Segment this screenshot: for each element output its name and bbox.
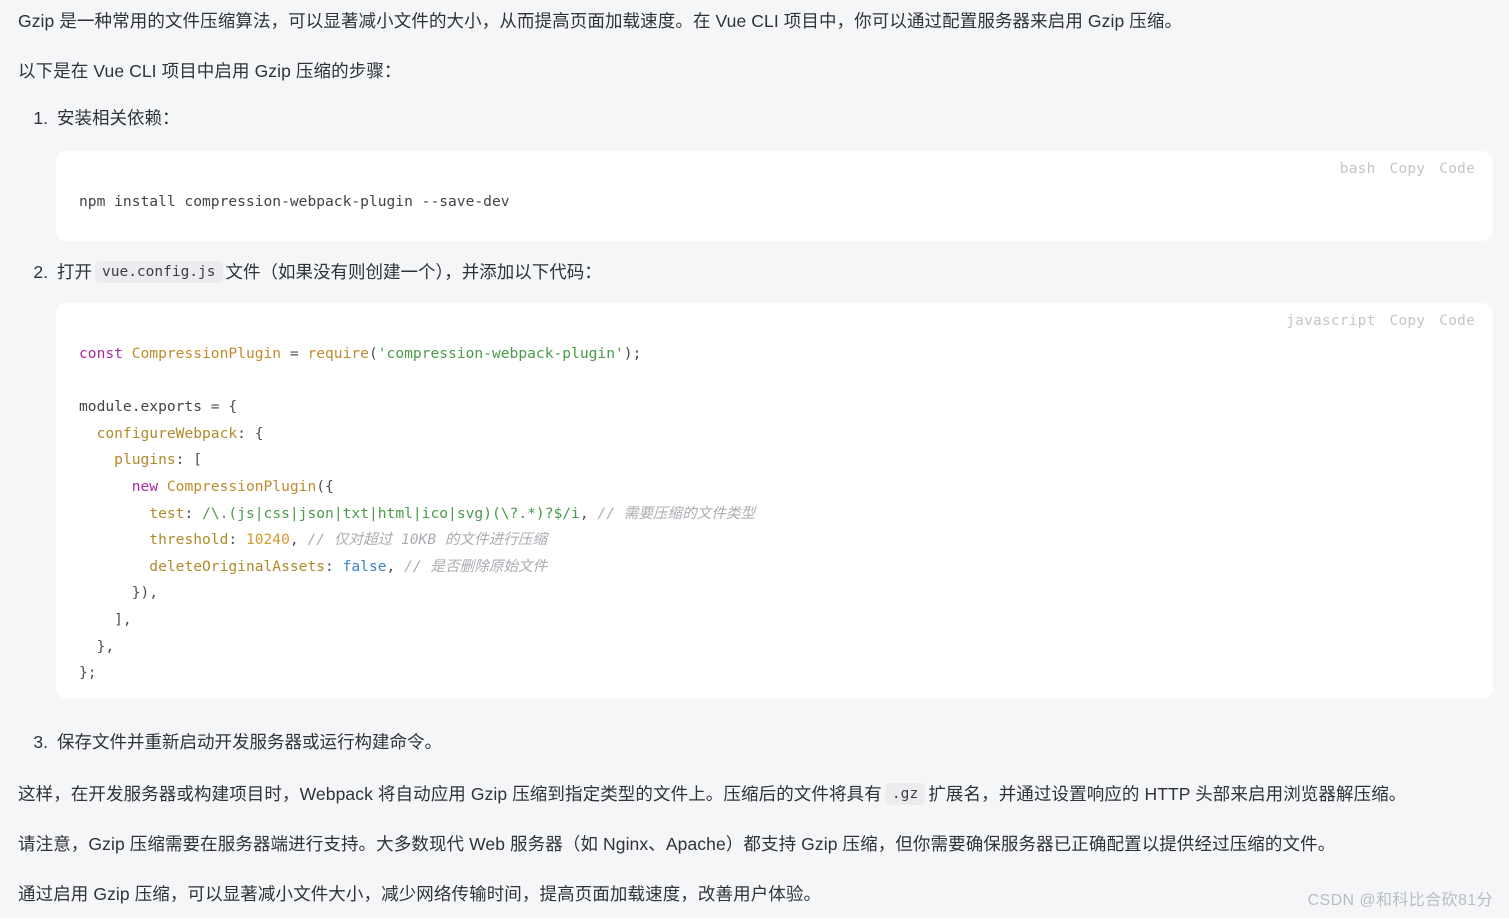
closing-p1-before: 这样，在开发服务器或构建项目时，Webpack 将自动应用 Gzip 压缩到指定… (18, 784, 882, 804)
code-line: npm install compression-webpack-plugin -… (79, 193, 510, 210)
code-block-javascript: javascript Copy Code const CompressionPl… (56, 303, 1493, 699)
code-token: deleteOriginalAssets (149, 557, 326, 575)
code-token: /\.(js|css|json|txt|html|ico|svg)(\?.*)?… (202, 504, 580, 522)
code-line: test: /\.(js|css|json|txt|html|ico|svg)(… (79, 501, 755, 528)
code-line: }, (79, 634, 755, 661)
code-token: , (289, 531, 308, 549)
code-token: : (325, 557, 343, 575)
code-line: plugins: [ (79, 447, 755, 474)
code-token: ({ (316, 477, 334, 495)
intro-paragraph: Gzip 是一种常用的文件压缩算法，可以显著减小文件的大小，从而提高页面加载速度… (18, 11, 1183, 31)
closing-paragraph-2: 请注意，Gzip 压缩需要在服务器端进行支持。大多数现代 Web 服务器（如 N… (18, 834, 1336, 854)
list-item-label: 保存文件并重新启动开发服务器或运行构建命令。 (57, 732, 442, 752)
article-page: Gzip 是一种常用的文件压缩算法，可以显著减小文件的大小，从而提高页面加载速度… (0, 0, 1509, 918)
code-token: configureWebpack (96, 424, 238, 442)
code-line: new CompressionPlugin({ (79, 474, 755, 501)
code-token: : { (237, 424, 264, 442)
inline-code-vue-config: vue.config.js (95, 261, 223, 283)
csdn-watermark: CSDN @和科比合砍81分 (1307, 892, 1493, 909)
code-token: = (289, 345, 308, 362)
code-token: new (131, 477, 167, 495)
code-line: threshold: 10240, // 仅对超过 10KB 的文件进行压缩 (79, 527, 755, 554)
code-token: : (184, 504, 203, 522)
code-content-javascript: const CompressionPlugin = require('compr… (79, 341, 755, 687)
code-token: : [ (175, 451, 203, 469)
code-button[interactable]: Code (1439, 161, 1475, 177)
code-token: .exports (131, 398, 211, 416)
code-token: const (79, 345, 132, 362)
code-token: }, (79, 637, 115, 655)
code-line: configureWebpack: { (79, 421, 755, 448)
code-block-toolbar: bash Copy Code (1340, 161, 1475, 177)
code-token: module (79, 398, 132, 416)
code-language-label: javascript (1286, 313, 1376, 329)
code-line: module.exports = { (79, 394, 755, 421)
code-token: plugins (114, 451, 176, 469)
code-language-label: bash (1339, 161, 1376, 177)
code-line: ], (79, 607, 755, 634)
list-item-label-before: 打开 (57, 262, 92, 282)
list-item-step-3: 3. 保存文件并重新启动开发服务器或运行构建命令。 (22, 729, 442, 755)
steps-lead-paragraph: 以下是在 Vue CLI 项目中启用 Gzip 压缩的步骤： (18, 61, 402, 81)
code-block-toolbar: javascript Copy Code (1286, 313, 1475, 329)
code-line: const CompressionPlugin = require('compr… (79, 341, 755, 368)
code-token: ], (79, 610, 132, 628)
code-token: , (386, 557, 405, 575)
code-token: test (149, 504, 185, 522)
copy-button[interactable]: Copy (1390, 313, 1426, 329)
code-token: CompressionPlugin (131, 345, 290, 362)
code-token: 'compression-webpack-plugin' (377, 345, 624, 362)
list-item-step-2: 2. 打开 vue.config.js 文件（如果没有则创建一个），并添加以下代码： (22, 259, 602, 285)
code-token: = { (210, 398, 238, 416)
code-token: }; (79, 664, 97, 682)
code-block-bash: bash Copy Code npm install compression-w… (56, 151, 1493, 241)
code-token: threshold (149, 531, 229, 549)
code-token: require (307, 345, 369, 362)
code-line: }; (79, 660, 755, 687)
list-item-step-1: 1. 安装相关依赖： (22, 105, 180, 131)
list-item-number: 2. (33, 262, 48, 282)
list-item-number: 3. (33, 732, 48, 752)
code-token: // 是否删除原始文件 (404, 557, 548, 575)
copy-button[interactable]: Copy (1390, 161, 1426, 177)
code-token: ); (623, 345, 642, 362)
list-item-number: 1. (33, 108, 48, 128)
code-content-bash: npm install compression-webpack-plugin -… (79, 189, 510, 216)
list-item-label-after: 文件（如果没有则创建一个），并添加以下代码： (225, 262, 602, 282)
closing-p1-after: 扩展名，并通过设置响应的 HTTP 头部来启用浏览器解压缩。 (928, 784, 1407, 804)
list-item-label: 安装相关依赖： (57, 108, 180, 128)
code-token: // 需要压缩的文件类型 (597, 504, 756, 522)
code-button[interactable]: Code (1439, 313, 1475, 329)
code-token: // 仅对超过 10KB 的文件进行压缩 (307, 531, 548, 549)
code-token: 10240 (245, 531, 290, 549)
code-token: }), (79, 584, 159, 602)
code-token: , (579, 504, 598, 522)
inline-code-gz: .gz (884, 783, 926, 805)
code-line: }), (79, 580, 755, 607)
closing-paragraph-3: 通过启用 Gzip 压缩，可以显著减小文件大小，减少网络传输时间，提高页面加载速… (18, 884, 822, 904)
code-line: deleteOriginalAssets: false, // 是否删除原始文件 (79, 554, 755, 581)
closing-paragraph-1: 这样，在开发服务器或构建项目时，Webpack 将自动应用 Gzip 压缩到指定… (18, 781, 1406, 808)
code-token: CompressionPlugin (166, 477, 317, 495)
code-token: false (342, 557, 387, 575)
code-token: : (228, 531, 246, 549)
code-token: ( (368, 345, 378, 362)
